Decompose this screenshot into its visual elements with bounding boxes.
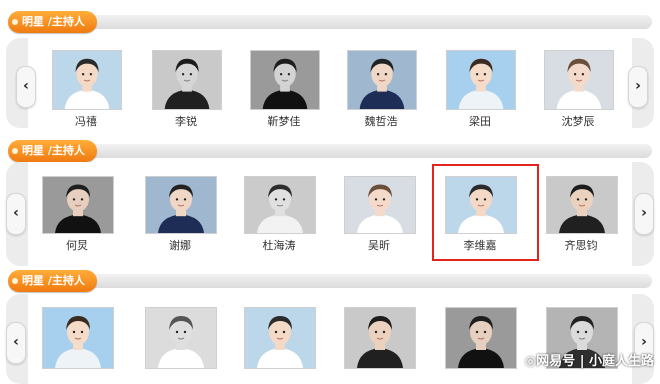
watermark: ◎网易号 | 小庭人生路 — [524, 354, 654, 369]
celebrity-card[interactable] — [244, 307, 316, 369]
celebrity-card[interactable] — [42, 307, 114, 369]
celebrity-name[interactable]: 梁田 — [446, 113, 514, 129]
celebrity-name[interactable]: 何炅 — [42, 237, 112, 253]
celebrity-photo[interactable] — [244, 307, 316, 369]
celebrity-photo[interactable] — [244, 176, 316, 234]
celebrity-photo[interactable] — [145, 307, 217, 369]
celebrity-photo[interactable] — [445, 307, 517, 369]
celebrity-card[interactable]: 李锐 — [152, 50, 222, 129]
celebrity-name[interactable]: 谢娜 — [145, 237, 215, 253]
celebrity-card[interactable]: 何炅 — [42, 176, 114, 253]
celebrity-photo[interactable] — [347, 50, 417, 110]
celebrity-card[interactable]: 冯禧 — [52, 50, 122, 129]
prev-arrow-icon[interactable]: ‹ — [6, 322, 26, 364]
section-tag-label: 明星 /主持人 — [22, 274, 85, 287]
celebrity-name[interactable]: 沈梦辰 — [544, 113, 612, 129]
header-bar — [48, 274, 652, 288]
celebrity-card[interactable]: 齐思钧 — [546, 176, 618, 253]
celebrity-photo[interactable] — [42, 307, 114, 369]
celebrity-photo[interactable] — [250, 50, 320, 110]
celebrity-card[interactable]: 靳梦佳 — [250, 50, 320, 129]
celebrity-name[interactable]: 吴昕 — [344, 237, 414, 253]
celebrity-card[interactable]: 沈梦辰 — [544, 50, 614, 129]
celebrity-card[interactable]: 梁田 — [446, 50, 516, 129]
celebrity-photo[interactable] — [152, 50, 222, 110]
celebrity-card[interactable]: 吴昕 — [344, 176, 416, 253]
celebrity-photo[interactable] — [42, 176, 114, 234]
celebrity-name[interactable]: 杜海涛 — [244, 237, 314, 253]
celebrity-card[interactable]: 杜海涛 — [244, 176, 316, 253]
celebrity-name[interactable]: 魏哲浩 — [347, 113, 415, 129]
section-tag[interactable]: 明星 /主持人 — [8, 270, 97, 292]
celebrity-photo[interactable] — [344, 307, 416, 369]
celebrity-card[interactable] — [145, 307, 217, 369]
celebrity-name[interactable]: 靳梦佳 — [250, 113, 318, 129]
celebrity-name[interactable]: 齐思钧 — [546, 237, 616, 253]
celebrity-photo[interactable] — [446, 50, 516, 110]
celebrity-card[interactable]: 谢娜 — [145, 176, 217, 253]
celebrity-name[interactable]: 冯禧 — [52, 113, 120, 129]
celebrity-card[interactable]: 魏哲浩 — [347, 50, 417, 129]
bullet-icon — [12, 278, 18, 284]
celebrity-photo[interactable] — [52, 50, 122, 110]
celebrity-photo[interactable] — [544, 50, 614, 110]
celebrity-name[interactable]: 李锐 — [152, 113, 220, 129]
celebrity-card[interactable] — [445, 307, 517, 369]
celebrity-photo[interactable] — [145, 176, 217, 234]
celebrity-card[interactable] — [344, 307, 416, 369]
celebrity-photo[interactable] — [344, 176, 416, 234]
selection-highlight — [432, 164, 539, 261]
celebrity-photo[interactable] — [546, 176, 618, 234]
